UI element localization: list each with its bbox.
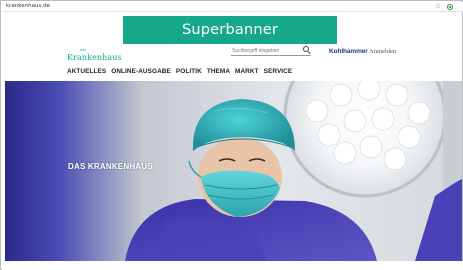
search-input[interactable] bbox=[232, 46, 300, 55]
logo-main-text: Krankenhaus bbox=[67, 53, 122, 62]
publisher-link[interactable]: Kohlhammer bbox=[329, 48, 368, 55]
main-nav: AKTUELLES ONLINE-AUSGABE POLITIK THEMA M… bbox=[67, 68, 292, 75]
nav-item-thema[interactable]: THEMA bbox=[207, 68, 230, 75]
superbanner-label: Superbanner bbox=[181, 22, 279, 38]
address-bar[interactable]: krankenhaus.de ☆ bbox=[2, 2, 463, 12]
nav-item-service[interactable]: SERVICE bbox=[264, 68, 293, 75]
nav-item-politik[interactable]: POLITIK bbox=[176, 68, 202, 75]
superbanner-ad[interactable]: Superbanner bbox=[123, 16, 337, 44]
star-icon[interactable]: ☆ bbox=[435, 2, 441, 11]
login-link[interactable]: Anmelden bbox=[369, 48, 396, 55]
search-box bbox=[231, 46, 311, 56]
nav-item-aktuelles[interactable]: AKTUELLES bbox=[67, 68, 106, 75]
hero-banner[interactable]: DAS KRANKENHAUS bbox=[5, 81, 462, 261]
hero-image bbox=[5, 81, 462, 261]
hero-title[interactable]: DAS KRANKENHAUS bbox=[68, 162, 153, 171]
page-bottom bbox=[2, 261, 463, 270]
url-text[interactable]: krankenhaus.de bbox=[6, 3, 50, 9]
browser-window: krankenhaus.de ☆ Superbanner das Kranken… bbox=[0, 0, 463, 270]
nav-item-markt[interactable]: MARKT bbox=[235, 68, 259, 75]
site-logo[interactable]: das Krankenhaus bbox=[67, 48, 122, 64]
logo-small-text: das bbox=[80, 48, 87, 52]
extension-icon[interactable] bbox=[447, 4, 453, 10]
search-icon[interactable] bbox=[303, 46, 309, 52]
nav-item-online-ausgabe[interactable]: ONLINE-AUSGABE bbox=[111, 68, 171, 75]
